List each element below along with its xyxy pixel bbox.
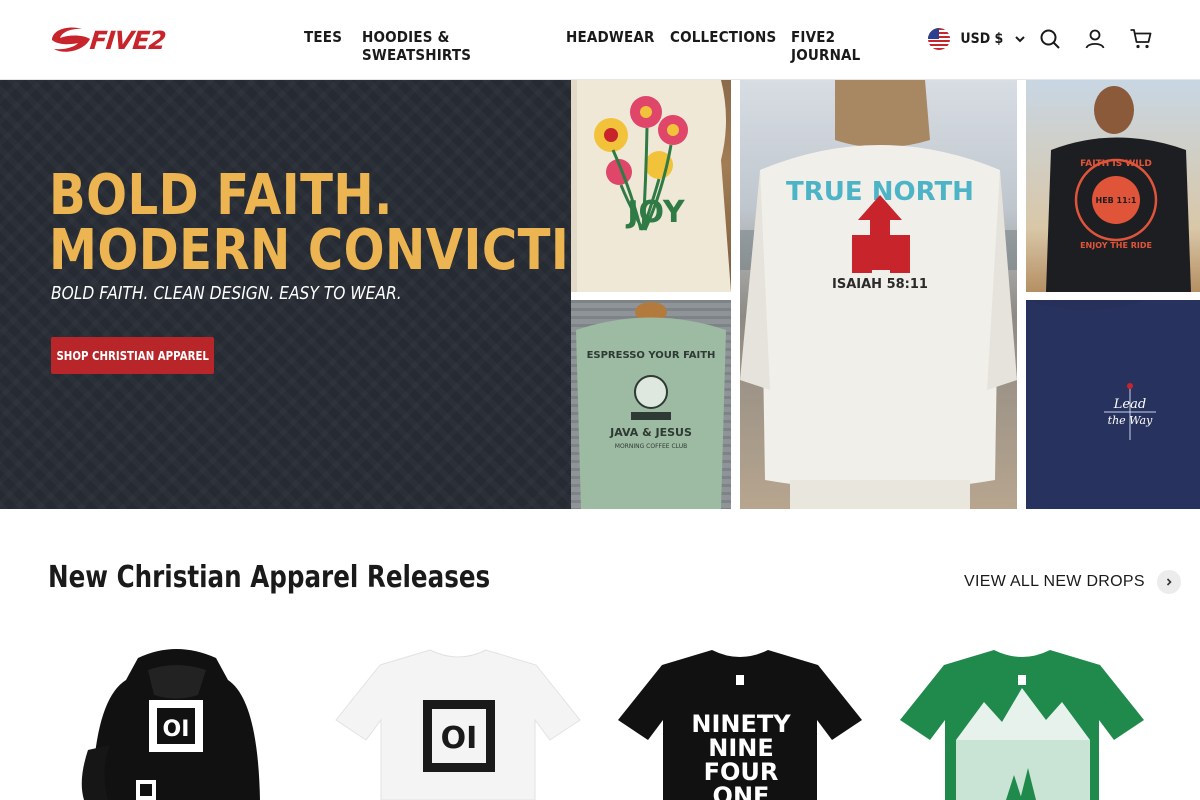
- brand-logo[interactable]: FIVE2: [48, 22, 180, 58]
- hero-photo-lead-the-way-tee: Lead the Way: [1026, 300, 1200, 509]
- hero-photo-coffee-tee: ESPRESSO YOUR FAITH JAVA & JESUS MORNING…: [571, 300, 731, 509]
- currency-label: USD $: [960, 31, 1004, 47]
- coffee-tee-graphic: ESPRESSO YOUR FAITH JAVA & JESUS MORNING…: [571, 300, 731, 509]
- joy-tee-graphic: JOY: [571, 80, 731, 292]
- product-card-oi-tee[interactable]: OI: [330, 640, 592, 800]
- coffee-line2: JAVA & JESUS: [609, 426, 692, 439]
- faith-wild-line1: FAITH IS WILD: [1080, 159, 1152, 169]
- faith-wild-ref: HEB 11:1: [1096, 196, 1137, 205]
- section-title: New Christian Apparel Releases: [48, 560, 491, 595]
- hero-photo-joy-tee: JOY: [571, 80, 731, 292]
- nav-journal[interactable]: FIVE2 JOURNAL: [791, 28, 890, 64]
- product-image-oi-hoodie: OI: [81, 649, 260, 800]
- nav-hoodies[interactable]: HOODIES & SWEATSHIRTS: [362, 28, 524, 64]
- nav-headwear[interactable]: HEADWEAR: [566, 28, 654, 64]
- product-image-ninety-nine-tee: NINETY NINE FOUR ONE: [618, 650, 862, 800]
- hero-photo-faith-wild-tee: FAITH IS WILD HEB 11:1 ENJOY THE RIDE: [1026, 80, 1200, 292]
- cart-icon[interactable]: [1129, 27, 1153, 51]
- hero-photo-true-north-tee: TRUE NORTH ISAIAH 58:11: [740, 80, 1017, 509]
- joy-print: JOY: [625, 195, 686, 230]
- lead-line1: Lead: [1113, 397, 1146, 412]
- hero-banner: BOLD FAITH. MODERN CONVICTION. BOLD FAIT…: [0, 80, 1200, 509]
- brand-name: FIVE2: [88, 25, 167, 55]
- product-print-oi-hoodie: OI: [163, 717, 190, 742]
- hero-subheadline: BOLD FAITH. CLEAN DESIGN. EASY TO WEAR.: [51, 283, 402, 304]
- account-icon[interactable]: [1083, 27, 1107, 51]
- main-nav: TEES HOODIES & SWEATSHIRTS HEADWEAR COLL…: [304, 28, 901, 64]
- product-print-line-4: ONE: [713, 782, 770, 800]
- logo-swoosh-icon: [52, 27, 90, 52]
- faith-wild-graphic: FAITH IS WILD HEB 11:1 ENJOY THE RIDE: [1046, 86, 1191, 292]
- lead-the-way-graphic: Lead the Way: [1026, 300, 1200, 509]
- true-north-graphic: TRUE NORTH ISAIAH 58:11: [740, 80, 1017, 509]
- product-image-oi-tee: OI: [335, 649, 581, 800]
- chevron-right-icon: [1156, 570, 1181, 594]
- coffee-line3: MORNING COFFEE CLUB: [615, 443, 687, 450]
- shop-christian-apparel-button[interactable]: SHOP CHRISTIAN APPAREL: [51, 337, 214, 374]
- us-flag-icon: [928, 28, 950, 50]
- search-icon[interactable]: [1038, 27, 1062, 51]
- coffee-line1: ESPRESSO YOUR FAITH: [587, 350, 716, 361]
- product-image-mountain-tee: [900, 650, 1144, 800]
- lead-line2: the Way: [1108, 414, 1153, 427]
- view-all-label: VIEW ALL NEW DROPS: [964, 573, 1145, 590]
- nav-tees[interactable]: TEES: [304, 28, 342, 64]
- product-card-oi-hoodie[interactable]: OI: [48, 640, 310, 800]
- view-all-new-drops-link[interactable]: VIEW ALL NEW DROPS: [964, 570, 1181, 594]
- chevron-down-icon: [1014, 36, 1025, 43]
- hero-cta-label: SHOP CHRISTIAN APPAREL: [56, 348, 209, 363]
- hero-text-panel: BOLD FAITH. MODERN CONVICTION. BOLD FAIT…: [0, 80, 670, 509]
- product-card-ninety-nine-tee[interactable]: NINETY NINE FOUR ONE: [612, 640, 874, 800]
- nav-collections[interactable]: COLLECTIONS: [670, 28, 776, 64]
- product-print-oi-tee: OI: [441, 721, 478, 756]
- product-card-mountain-tee[interactable]: [894, 640, 1156, 800]
- site-header: FIVE2 TEES HOODIES & SWEATSHIRTS HEADWEA…: [0, 0, 1200, 80]
- faith-wild-line2: ENJOY THE RIDE: [1080, 241, 1152, 250]
- hero-headline-1: BOLD FAITH.: [49, 163, 393, 228]
- currency-selector[interactable]: USD $: [928, 28, 1026, 50]
- true-north-ref: ISAIAH 58:11: [832, 277, 928, 292]
